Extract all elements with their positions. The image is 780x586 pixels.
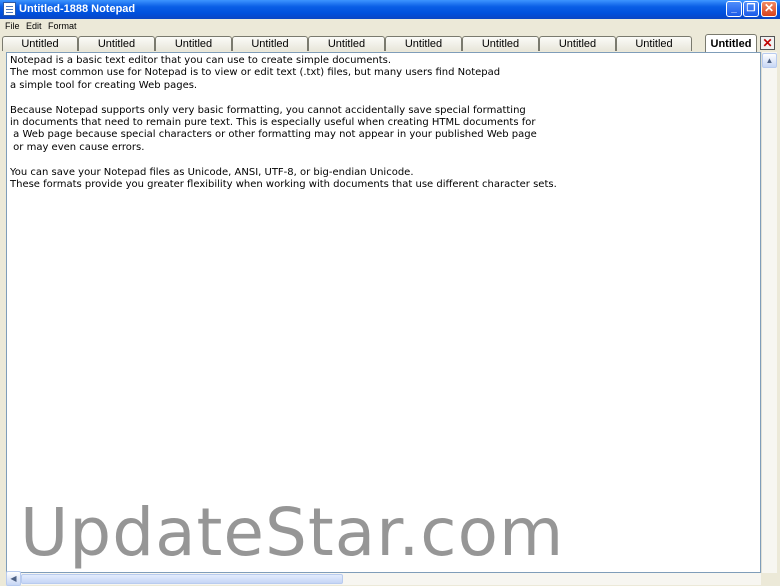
title-bar[interactable]: Untitled-1888 Notepad _ ❐ ✕: [0, 0, 780, 19]
window-title: Untitled-1888 Notepad: [19, 3, 136, 15]
menu-edit[interactable]: Edit: [26, 21, 42, 31]
notepad-icon: [3, 2, 16, 16]
horizontal-scroll-thumb[interactable]: [21, 574, 343, 584]
menu-bar: File Edit Format: [0, 19, 780, 34]
tab-6[interactable]: Untitled: [385, 36, 462, 51]
tab-strip: Untitled Untitled Untitled Untitled Unti…: [0, 34, 780, 52]
tab-3[interactable]: Untitled: [155, 36, 232, 51]
horizontal-scrollbar[interactable]: ◀: [6, 571, 761, 586]
tab-active[interactable]: Untitled: [705, 34, 757, 52]
tab-9[interactable]: Untitled: [616, 36, 692, 51]
tab-close-button[interactable]: ✕: [760, 36, 775, 50]
minimize-button[interactable]: _: [726, 1, 742, 17]
tab-2[interactable]: Untitled: [78, 36, 155, 51]
tab-8[interactable]: Untitled: [539, 36, 616, 51]
tab-7[interactable]: Untitled: [462, 36, 539, 51]
scroll-left-icon[interactable]: ◀: [6, 571, 21, 586]
scroll-up-icon[interactable]: ▲: [762, 53, 777, 68]
tab-4[interactable]: Untitled: [232, 36, 308, 51]
close-button[interactable]: ✕: [761, 1, 777, 17]
menu-format[interactable]: Format: [48, 21, 77, 31]
tab-5[interactable]: Untitled: [308, 36, 385, 51]
tab-1[interactable]: Untitled: [2, 36, 78, 51]
editor-text[interactable]: Notepad is a basic text editor that you …: [7, 53, 760, 193]
vertical-scrollbar[interactable]: ▲: [761, 52, 777, 573]
menu-file[interactable]: File: [5, 21, 20, 31]
restore-button[interactable]: ❐: [743, 1, 759, 17]
watermark: UpdateStar.com: [20, 494, 565, 571]
